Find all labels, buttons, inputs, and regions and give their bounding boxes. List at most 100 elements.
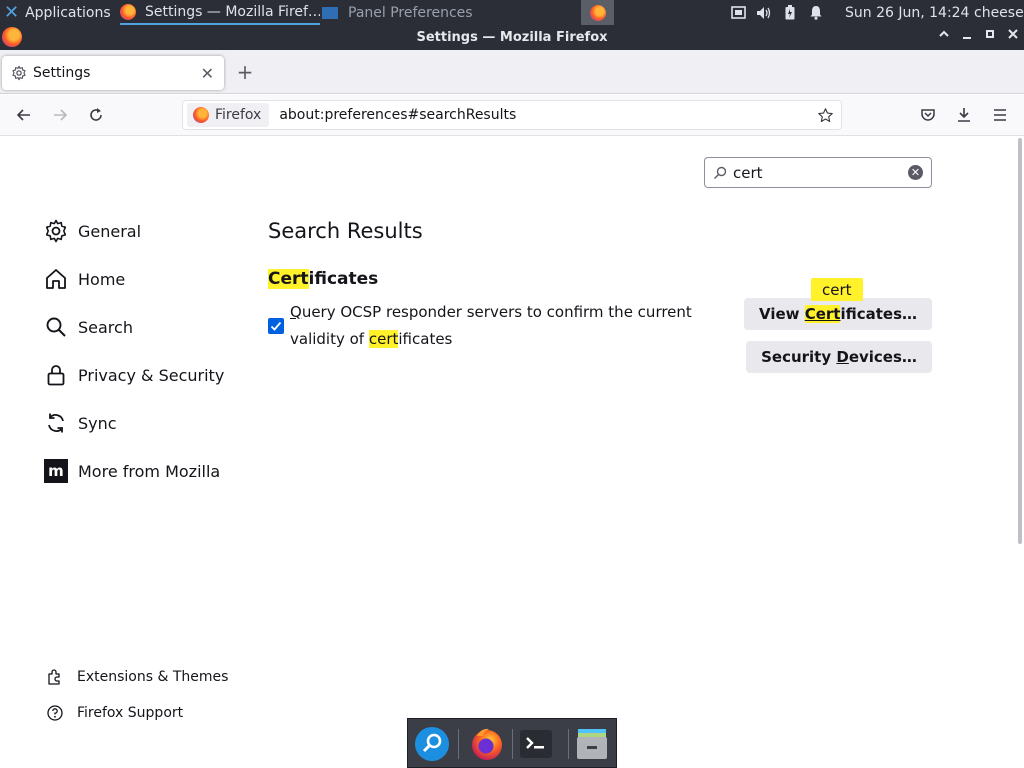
button-text: View [758, 305, 805, 323]
ocsp-checkbox[interactable] [268, 318, 284, 334]
heading-rest: ificates [308, 269, 379, 289]
sidebar-item-label: Home [78, 269, 126, 289]
settings-page: cert ✕ General Home Search Privacy & Sec… [0, 137, 1024, 768]
search-highlight: Cert [804, 305, 841, 323]
sidebar-item-label: Search [78, 317, 133, 337]
xfce-logo-icon: ✕ [4, 2, 20, 23]
pocket-icon[interactable] [918, 105, 938, 125]
sidebar-item-privacy-security[interactable]: Privacy & Security [44, 361, 224, 389]
button-text: Security [761, 348, 837, 366]
sidebar-item-sync[interactable]: Sync [44, 409, 117, 437]
forward-button[interactable] [50, 105, 70, 125]
mozilla-m-icon: m [44, 459, 68, 483]
gear-icon [11, 65, 27, 81]
search-value: cert [733, 163, 763, 182]
window-close-button[interactable] [1004, 28, 1022, 46]
dock-separator [568, 729, 569, 759]
security-devices-button[interactable]: Security Devices… [746, 341, 932, 373]
new-tab-button[interactable]: + [234, 61, 256, 83]
system-tray [730, 0, 834, 25]
applications-menu[interactable]: ✕ Applications [4, 0, 111, 25]
firefox-icon [589, 4, 606, 21]
reload-button[interactable] [86, 105, 106, 125]
page-title: Search Results [268, 219, 423, 243]
firefox-icon [193, 107, 209, 123]
panel-preferences-icon [322, 6, 338, 19]
home-icon [44, 267, 68, 291]
section-heading-certificates: Certificates [268, 269, 378, 289]
sidebar-item-search[interactable]: Search [44, 313, 133, 341]
dock-separator [512, 729, 513, 759]
footer-link-label: Extensions & Themes [77, 669, 229, 685]
sidebar-item-general[interactable]: General [44, 217, 141, 245]
search-icon [713, 166, 727, 180]
volume-icon[interactable] [756, 5, 772, 21]
battery-icon[interactable] [782, 5, 798, 21]
dock-separator [458, 729, 459, 759]
gear-icon [44, 219, 68, 243]
url-bar[interactable]: Firefox about:preferences#searchResults [182, 100, 842, 130]
settings-search-input[interactable]: cert ✕ [704, 157, 932, 188]
sidebar-item-label: Privacy & Security [78, 365, 225, 385]
tab-label: Settings [33, 65, 91, 81]
workspace-firefox-button[interactable] [581, 0, 614, 25]
label-text: uery OCSP responder servers to confirm t… [290, 303, 692, 348]
notification-bell-icon[interactable] [808, 5, 824, 21]
access-key: Q [290, 303, 302, 321]
taskbar-task-firefox[interactable]: Settings — Mozilla Firef… [120, 0, 320, 25]
sidebar-item-label: Sync [78, 413, 117, 433]
window-minimize-button[interactable] [958, 28, 976, 46]
dock [407, 718, 617, 768]
app-menu-icon[interactable] [990, 105, 1010, 125]
network-icon[interactable] [730, 5, 746, 21]
button-text: evices… [848, 348, 917, 366]
footer-link-label: Firefox Support [77, 705, 184, 721]
sidebar-link-firefox-support[interactable]: Firefox Support [46, 702, 183, 724]
window-maximize-button[interactable] [981, 28, 999, 46]
close-tab-icon[interactable]: ✕ [201, 64, 214, 83]
bookmark-star-icon[interactable] [815, 105, 835, 125]
search-match-tooltip: cert [811, 278, 863, 301]
firefox-icon [120, 3, 136, 20]
clock[interactable]: Sun 26 Jun, 14:24 [845, 0, 969, 25]
navigation-toolbar: Firefox about:preferences#searchResults [0, 95, 1024, 136]
help-icon [46, 704, 64, 722]
lock-icon [44, 363, 68, 387]
sidebar-item-label: General [78, 221, 142, 241]
url-text[interactable]: about:preferences#searchResults [279, 107, 516, 123]
tab-settings[interactable]: Settings ✕ [2, 56, 224, 90]
clear-search-icon[interactable]: ✕ [908, 165, 923, 180]
identity-label: Firefox [215, 107, 262, 123]
search-app-icon[interactable] [413, 725, 451, 763]
identity-box[interactable]: Firefox [187, 103, 270, 127]
window-title: Settings — Mozilla Firefox [416, 30, 608, 45]
access-key: D [836, 348, 849, 366]
sidebar-item-more-from-mozilla[interactable]: m More from Mozilla [44, 457, 220, 485]
tab-strip: Settings ✕ + [0, 50, 1024, 94]
svg-text:m: m [48, 462, 64, 480]
button-text: ificates… [840, 305, 918, 323]
label-text: ificates [398, 330, 453, 348]
window-titlebar[interactable]: Settings — Mozilla Firefox [0, 25, 1024, 50]
sidebar-link-extensions-themes[interactable]: Extensions & Themes [46, 666, 228, 688]
terminal-icon[interactable] [517, 725, 555, 763]
task-label: Panel Preferences [348, 4, 473, 21]
applications-label: Applications [25, 4, 111, 21]
ocsp-checkbox-label[interactable]: Query OCSP responder servers to confirm … [290, 299, 710, 353]
back-button[interactable] [14, 105, 34, 125]
sync-icon [44, 411, 68, 435]
search-highlight: Cert [268, 269, 309, 289]
user-name[interactable]: cheese [974, 0, 1024, 25]
downloads-icon[interactable] [954, 105, 974, 125]
search-highlight: cert [368, 330, 399, 348]
sidebar-item-label: More from Mozilla [78, 461, 221, 481]
view-certificates-button[interactable]: View Cert ificates… [744, 298, 932, 330]
task-label: Settings — Mozilla Firef… [145, 3, 320, 20]
sidebar-item-home[interactable]: Home [44, 265, 125, 293]
page-scrollbar[interactable] [1018, 138, 1022, 544]
file-manager-icon[interactable] [573, 725, 611, 763]
taskbar-task-panel-preferences[interactable]: Panel Preferences [322, 0, 482, 25]
firefox-icon[interactable] [468, 725, 506, 763]
window-shade-button[interactable] [935, 28, 953, 46]
puzzle-icon [46, 668, 64, 686]
